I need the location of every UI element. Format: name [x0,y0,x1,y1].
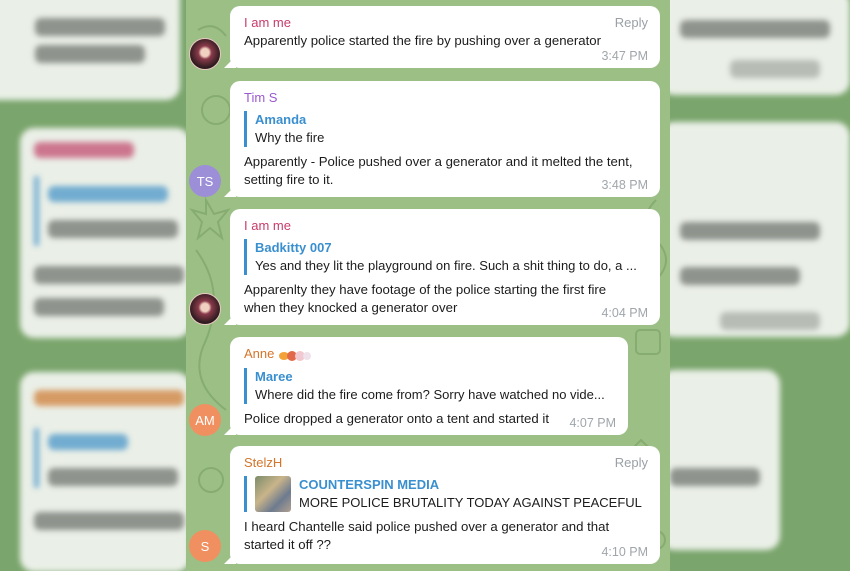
blurred-bubble [20,128,190,338]
message-text-line: when they knocked a generator over [244,300,458,315]
quoted-sender: Badkitty 007 [255,240,332,255]
message-bubble[interactable]: Tim S Amanda Why the fire Apparently - P… [230,81,660,197]
quoted-text: Why the fire [255,130,325,145]
sender-name[interactable]: Anne [244,346,614,362]
avatar-photo[interactable] [189,293,221,325]
chat-panel[interactable]: I am me Reply Apparently police started … [186,0,670,571]
quoted-sender: Maree [255,368,293,384]
reply-button[interactable]: Reply [615,15,648,30]
blurred-bubble [660,0,850,95]
message-text-line: setting fire to it. [244,172,334,187]
message-text: Apparently police started the fire by pu… [244,33,602,48]
quoted-reply[interactable]: COUNTERSPIN MEDIA MORE POLICE BRUTALITY … [244,476,646,512]
sender-name[interactable]: StelzH [244,455,646,470]
quoted-sender: Amanda [255,112,307,127]
avatar-initials[interactable]: TS [189,165,221,197]
quoted-text: MORE POLICE BRUTALITY TODAY AGAINST PEAC… [299,495,646,510]
quoted-reply[interactable]: Maree Where did the fire come from? Sorr… [244,367,614,404]
message-time: 3:48 PM [601,178,648,192]
sender-name[interactable]: I am me [244,218,646,233]
message-bubble[interactable]: I am me Badkitty 007 Yes and they lit th… [230,209,660,325]
sender-name[interactable]: I am me [244,15,646,30]
sender-name[interactable]: Tim S [244,90,646,105]
message-text: Police dropped a generator onto a tent a… [244,410,549,426]
message-time: 3:47 PM [601,49,648,63]
message-text-line: I heard Chantelle said police pushed ove… [244,519,610,534]
message-time: 4:04 PM [601,306,648,320]
avatar-initials[interactable]: AM [189,404,221,436]
avatar-photo[interactable] [189,38,221,70]
blurred-bubble [0,0,180,100]
message-bubble[interactable]: Anne Maree Where did the fire come from?… [230,337,628,435]
quoted-text: Where did the fire come from? Sorry have… [255,386,605,402]
message-text-line: started it off ?? [244,537,331,552]
quoted-text: Yes and they lit the playground on fire.… [255,258,637,273]
message-text-line: Apparenlty they have footage of the poli… [244,282,607,297]
blurred-bubble [660,122,850,337]
message-time: 4:10 PM [601,545,648,559]
message-time: 4:07 PM [569,416,616,430]
quoted-media-thumbnail [255,476,291,512]
message-bubble[interactable]: I am me Reply Apparently police started … [230,6,660,68]
message-text-line: Apparently - Police pushed over a genera… [244,154,633,169]
quoted-sender: COUNTERSPIN MEDIA [299,477,440,492]
quoted-reply[interactable]: Amanda Why the fire [244,111,646,147]
quoted-reply[interactable]: Badkitty 007 Yes and they lit the playgr… [244,239,646,275]
blurred-bubble [20,372,190,571]
message-bubble[interactable]: StelzH Reply COUNTERSPIN MEDIA MORE POLI… [230,446,660,564]
emoji-status-icon [279,350,312,361]
avatar-initials[interactable]: S [189,530,221,562]
sender-name-text: Anne [244,346,275,361]
blurred-bubble [660,370,780,550]
reply-button[interactable]: Reply [615,455,648,470]
